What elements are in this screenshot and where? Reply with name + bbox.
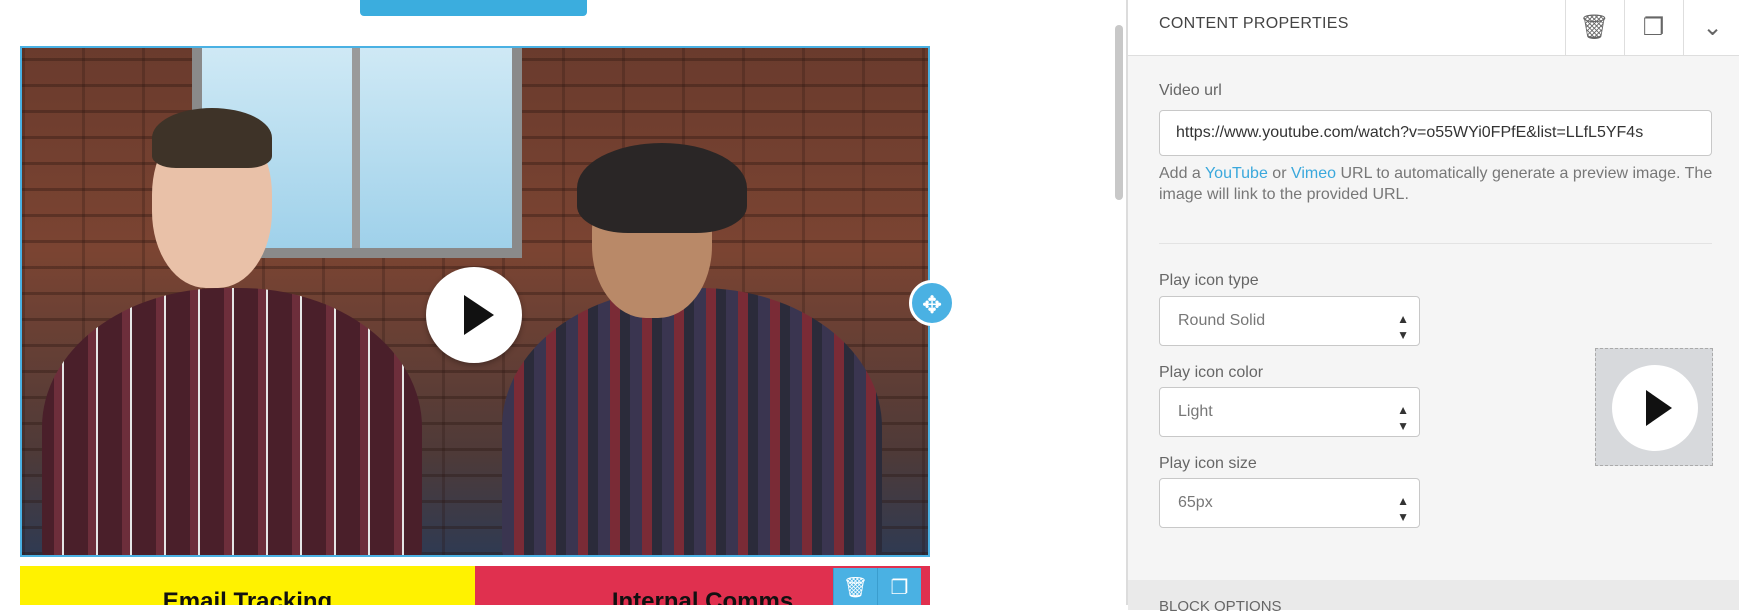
video-url-label: Video url [1159,82,1222,99]
tile-toolbar: 🗑 ❐ [833,568,921,605]
tile-label: Email Tracking [162,588,333,605]
play-icon-type-label: Play icon type [1159,272,1259,289]
scrollbar-thumb[interactable] [1115,25,1123,200]
select-value: Round Solid [1178,312,1266,329]
video-block[interactable] [20,46,930,557]
top-button-block[interactable] [360,0,587,16]
youtube-link[interactable]: YouTube [1205,165,1268,182]
tile-label: Internal Comms [611,588,794,605]
duplicate-icon[interactable]: ❐ [877,568,921,605]
select-value: 65px [1178,494,1213,511]
select-arrows-icon: ▲ ▼ [1397,312,1409,342]
play-icon-size-label: Play icon size [1159,455,1257,472]
play-icon-size-select[interactable]: 65px ▲ ▼ [1159,478,1420,528]
select-value: Light [1178,403,1213,420]
hint-text: or [1267,165,1291,182]
play-icon-color-label: Play icon color [1159,364,1264,381]
video-url-input[interactable]: https://www.youtube.com/watch?v=o55WYi0F… [1159,110,1712,156]
move-icon[interactable]: ✥ [909,280,955,326]
video-url-hint: Add a YouTube or Vimeo URL to automatica… [1159,163,1719,205]
panel-title: CONTENT PROPERTIES [1159,15,1349,32]
play-icon-color-select[interactable]: Light ▲ ▼ [1159,387,1420,437]
trash-icon[interactable]: 🗑 [833,568,877,605]
select-arrows-icon: ▲ ▼ [1397,403,1409,433]
divider [1159,243,1712,244]
panel-header: CONTENT PROPERTIES 🗑 ❐ ⌄ [1128,0,1739,56]
block-options-header[interactable]: BLOCK OPTIONS [1128,580,1739,615]
trash-icon[interactable]: 🗑 [1565,0,1623,56]
vimeo-link[interactable]: Vimeo [1291,165,1336,182]
play-icon-type-select[interactable]: Round Solid ▲ ▼ [1159,296,1420,346]
play-icon[interactable] [426,267,522,363]
play-icon-preview [1595,348,1713,466]
chevron-down-icon[interactable]: ⌄ [1683,0,1739,56]
select-arrows-icon: ▲ ▼ [1397,494,1409,524]
duplicate-icon[interactable]: ❐ [1624,0,1682,56]
play-icon [1612,365,1698,451]
hint-text: Add a [1159,165,1205,182]
email-canvas: ✥ Email Tracking Internal Comms 🗑 ❐ [0,0,1126,605]
content-properties-panel: CONTENT PROPERTIES 🗑 ❐ ⌄ Video url https… [1126,0,1739,615]
tile-email-tracking[interactable]: Email Tracking [20,566,475,605]
